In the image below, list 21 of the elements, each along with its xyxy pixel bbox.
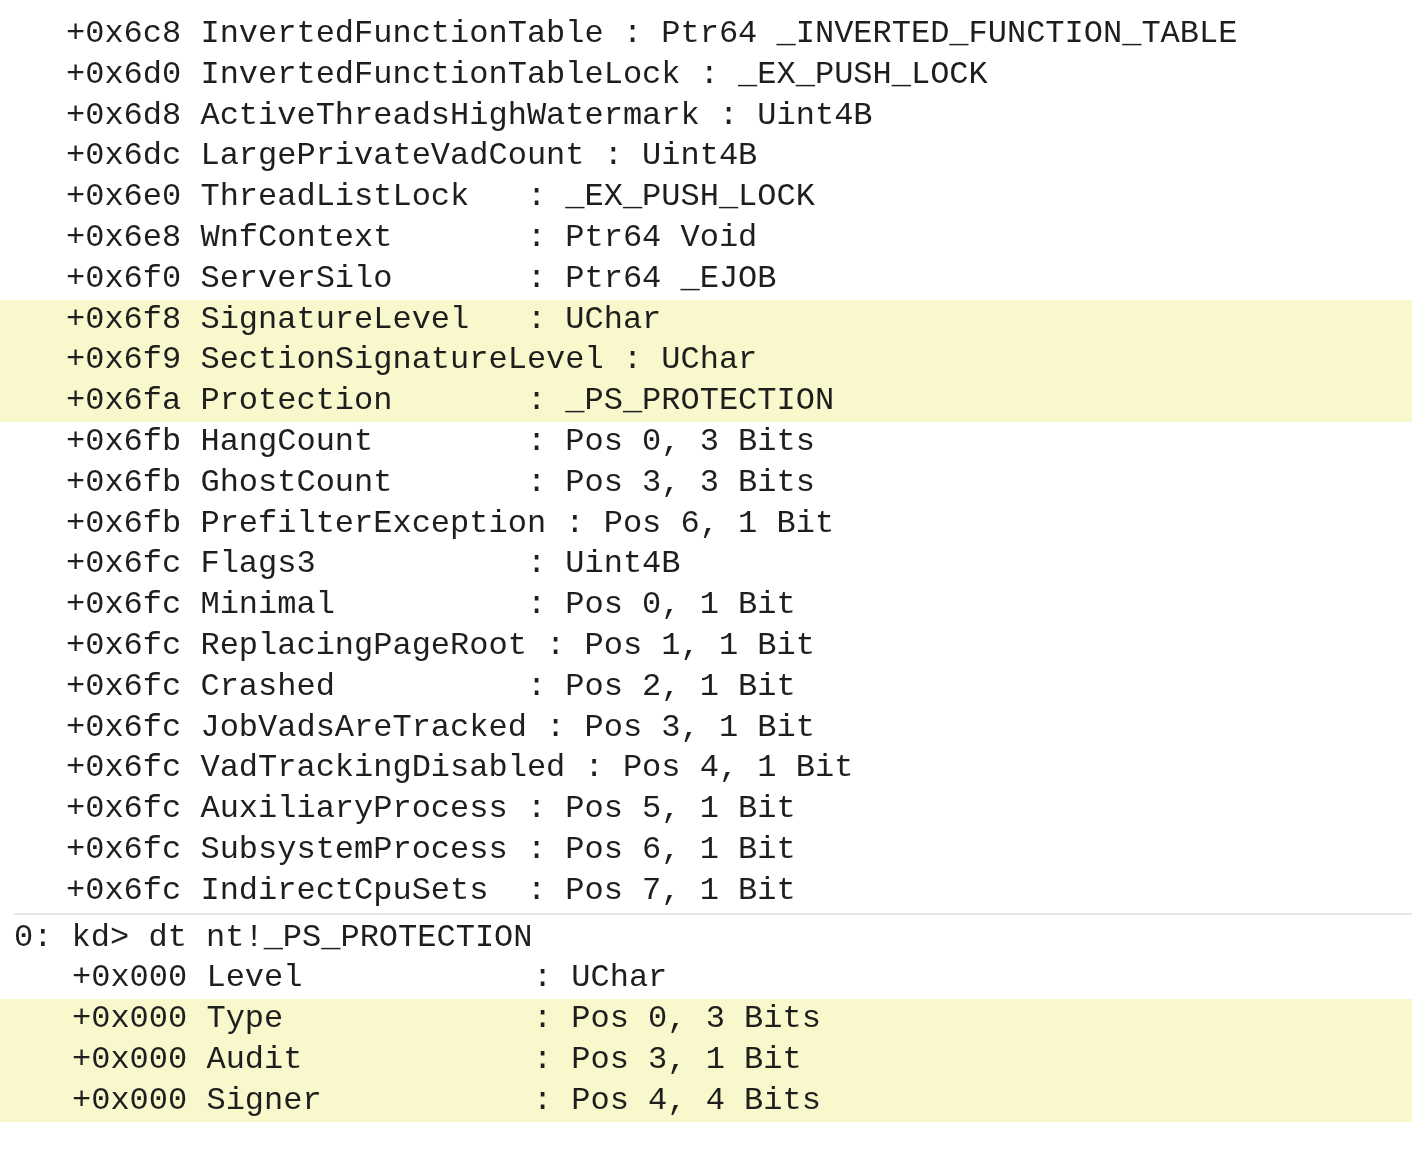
output-line: +0x6fc SubsystemProcess : Pos 6, 1 Bit	[65, 829, 797, 870]
output-line: +0x6fb PrefilterException : Pos 6, 1 Bit	[65, 503, 836, 544]
output-line: +0x6fc AuxiliaryProcess : Pos 5, 1 Bit	[65, 789, 797, 830]
command-prompt: 0: kd> dt nt!_PS_PROTECTION	[13, 917, 534, 958]
output-line: +0x6dc LargePrivateVadCount : Uint4B	[65, 136, 759, 177]
output-line: +0x6c8 InvertedFunctionTable : Ptr64 _INVERTED_FUNCTION_TABLE	[65, 14, 1239, 54]
output-line: +0x6fc JobVadsAreTracked : Pos 3, 1 Bit	[65, 707, 816, 748]
output-line: +0x6fc Minimal : Pos 0, 1 Bit	[65, 585, 797, 626]
output-line: +0x6fc VadTrackingDisabled : Pos 4, 1 Bit	[65, 748, 855, 789]
output-line: +0x6f0 ServerSilo : Ptr64 _EJOB	[65, 258, 778, 299]
output-line: +0x6fb GhostCount : Pos 3, 3 Bits	[65, 462, 816, 503]
output-line: +0x6e0 ThreadListLock : _EX_PUSH_LOCK	[65, 177, 816, 218]
output-line: +0x6e8 WnfContext : Ptr64 Void	[65, 218, 759, 258]
output-line: +0x6fc Crashed : Pos 2, 1 Bit	[65, 666, 797, 707]
output-line: +0x000 Level : UChar	[71, 958, 669, 999]
output-line: +0x6fc ReplacingPageRoot : Pos 1, 1 Bit	[65, 625, 816, 666]
output-line: +0x6fc IndirectCpuSets : Pos 7, 1 Bit	[65, 870, 797, 911]
output-line: +0x6fc Flags3 : Uint4B	[65, 544, 682, 585]
output-line: +0x6fb HangCount : Pos 0, 3 Bits	[65, 421, 816, 462]
output-line: +0x6d8 ActiveThreadsHighWatermark : Uint4B	[65, 95, 874, 136]
output-line: +0x6d0 InvertedFunctionTableLock : _EX_PUSH_LOCK	[65, 54, 989, 95]
